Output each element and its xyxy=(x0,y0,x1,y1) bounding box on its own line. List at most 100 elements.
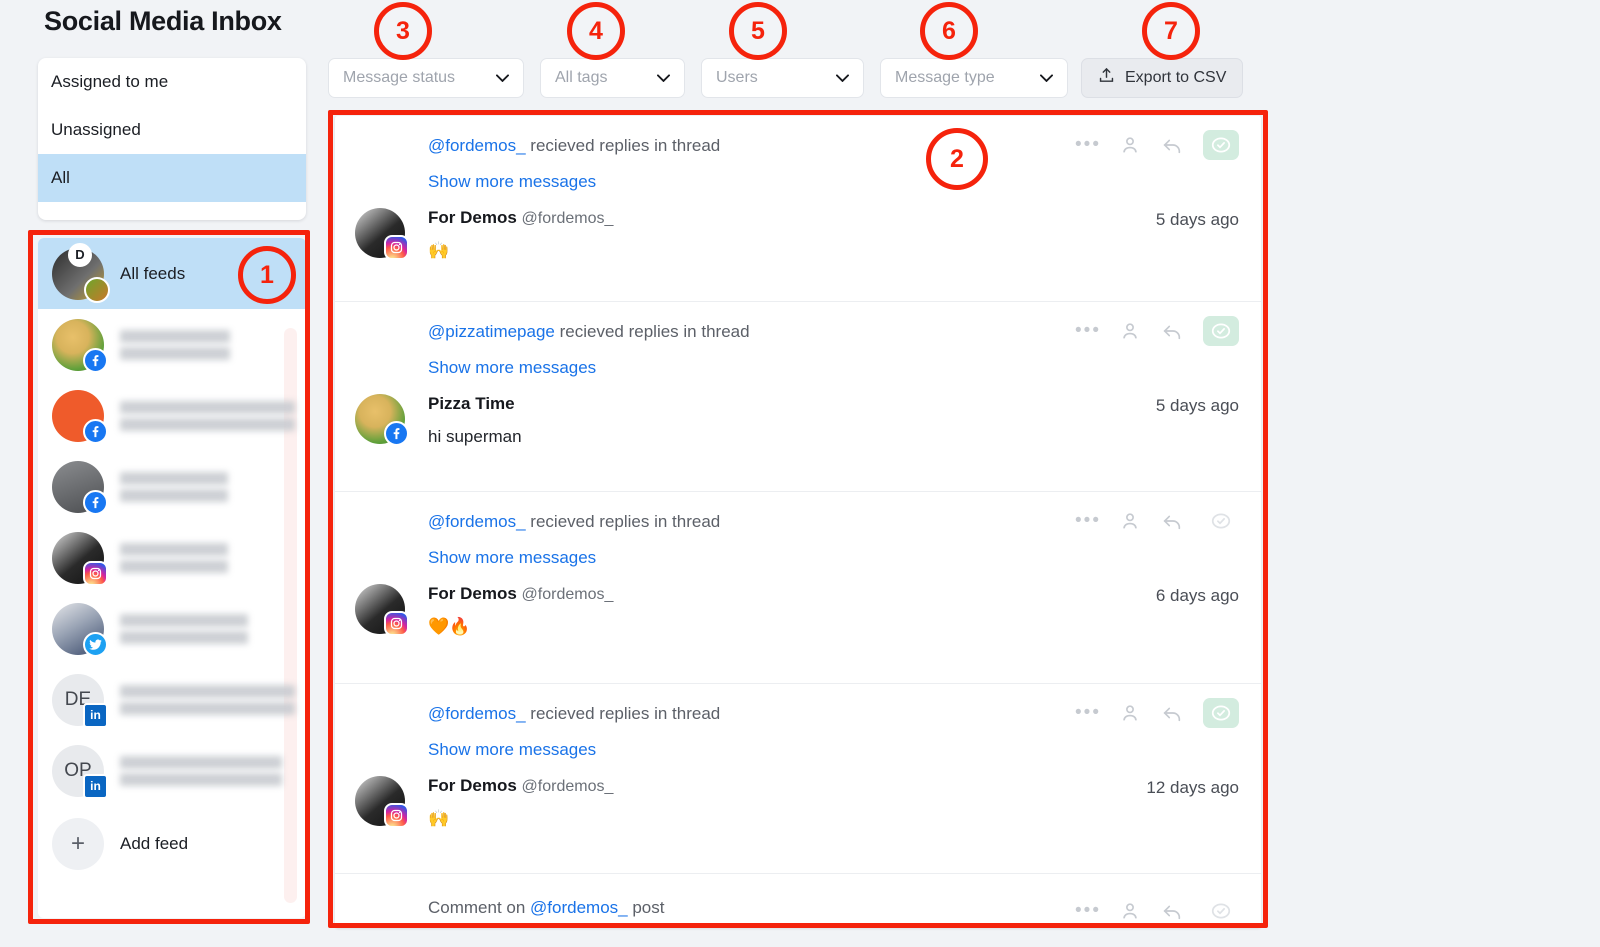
show-more-messages-link[interactable]: Show more messages xyxy=(428,358,596,378)
feed-item[interactable] xyxy=(38,380,306,451)
chevron-down-icon xyxy=(1040,74,1053,83)
author-name: For Demos xyxy=(428,776,517,795)
app-root: Social Media Inbox Assigned to me Unassi… xyxy=(0,0,1600,947)
export-label: Export to CSV xyxy=(1125,69,1227,86)
avatar xyxy=(52,460,108,515)
feed-item[interactable] xyxy=(38,309,306,380)
check-circle-icon[interactable] xyxy=(1203,698,1239,728)
assign-filter-label: Unassigned xyxy=(51,120,141,139)
person-icon[interactable] xyxy=(1119,510,1141,532)
message-row[interactable]: @fordemos_ recieved replies in thread Sh… xyxy=(335,684,1261,874)
message-row-partial[interactable]: Comment on @fordemos_ post ••• xyxy=(335,874,1261,928)
all-feeds-avatar-cluster: D xyxy=(52,242,110,303)
instagram-icon xyxy=(384,803,409,828)
message-body: For Demos @fordemos_ 🧡🔥 xyxy=(355,584,613,637)
export-to-csv-button[interactable]: Export to CSV xyxy=(1081,58,1244,98)
redacted-feed-name xyxy=(120,755,282,786)
feed-item[interactable] xyxy=(38,593,306,664)
message-body: For Demos @fordemos_ 🙌 xyxy=(355,208,613,261)
filter-all-tags[interactable]: All tags xyxy=(540,58,685,98)
message-row[interactable]: @fordemos_ recieved replies in thread Sh… xyxy=(335,116,1261,302)
message-body: For Demos @fordemos_ 🙌 xyxy=(355,776,613,829)
avatar xyxy=(52,531,108,586)
check-circle-icon[interactable] xyxy=(1203,896,1239,926)
feed-item[interactable] xyxy=(38,522,306,593)
avatar-initial-badge: D xyxy=(68,242,92,267)
person-icon[interactable] xyxy=(1119,320,1141,342)
feed-item[interactable]: OP in xyxy=(38,735,306,806)
show-more-messages-link[interactable]: Show more messages xyxy=(428,172,596,192)
message-row[interactable]: @fordemos_ recieved replies in thread Sh… xyxy=(335,492,1261,684)
instagram-icon xyxy=(384,611,409,636)
add-feed-button[interactable]: + Add feed xyxy=(38,806,306,882)
message-author: For Demos @fordemos_ xyxy=(428,584,613,604)
filter-label: Users xyxy=(716,69,758,86)
message-thread-header: @fordemos_ recieved replies in thread xyxy=(428,704,720,724)
person-icon[interactable] xyxy=(1119,702,1141,724)
message-author: For Demos @fordemos_ xyxy=(428,208,613,228)
facebook-icon xyxy=(83,418,108,444)
facebook-icon xyxy=(83,489,108,515)
reply-arrow-icon[interactable] xyxy=(1161,320,1183,342)
avatar xyxy=(52,389,108,444)
show-more-messages-link[interactable]: Show more messages xyxy=(428,548,596,568)
reply-arrow-icon[interactable] xyxy=(1161,510,1183,532)
thread-header-text: recieved replies in thread xyxy=(525,704,721,723)
ellipsis-icon[interactable]: ••• xyxy=(1075,320,1099,342)
feed-item[interactable]: DE in xyxy=(38,664,306,735)
message-thread-header: Comment on @fordemos_ post xyxy=(428,898,664,918)
reply-arrow-icon[interactable] xyxy=(1161,900,1183,922)
filter-bar: Message status All tags Users Message ty… xyxy=(328,58,1068,98)
redacted-feed-name xyxy=(120,684,295,715)
redacted-feed-name xyxy=(120,471,228,502)
plus-icon: + xyxy=(52,818,104,870)
facebook-icon xyxy=(384,421,409,446)
message-actions: ••• xyxy=(1075,896,1239,926)
filter-label: Message status xyxy=(343,69,456,86)
check-circle-icon[interactable] xyxy=(1203,316,1239,346)
assign-filter-assigned-to-me[interactable]: Assigned to me xyxy=(38,58,306,106)
chevron-down-icon xyxy=(836,74,849,83)
message-row[interactable]: @pizzatimepage recieved replies in threa… xyxy=(335,302,1261,492)
person-icon[interactable] xyxy=(1119,134,1141,156)
message-text: 🙌 xyxy=(428,241,450,260)
ellipsis-icon[interactable]: ••• xyxy=(1075,510,1099,532)
message-timestamp: 12 days ago xyxy=(1146,778,1239,797)
assign-filter-all[interactable]: All xyxy=(38,154,306,202)
thread-handle[interactable]: @fordemos_ xyxy=(530,898,628,917)
linkedin-icon: in xyxy=(83,702,108,728)
thread-handle[interactable]: @fordemos_ xyxy=(428,136,526,155)
upload-icon xyxy=(1098,67,1115,89)
annotation-marker-7: 7 xyxy=(1142,2,1200,60)
person-icon[interactable] xyxy=(1119,900,1141,922)
reply-arrow-icon[interactable] xyxy=(1161,702,1183,724)
redacted-feed-name xyxy=(120,542,228,573)
chevron-down-icon xyxy=(657,74,670,83)
redacted-feed-name xyxy=(120,613,248,644)
ellipsis-icon[interactable]: ••• xyxy=(1075,134,1099,156)
linkedin-icon: in xyxy=(83,773,108,799)
check-circle-icon[interactable] xyxy=(1203,130,1239,160)
assign-filter-label: Assigned to me xyxy=(51,72,169,91)
feed-item[interactable] xyxy=(38,451,306,522)
author-handle: @fordemos_ xyxy=(521,210,614,227)
message-actions: ••• xyxy=(1075,316,1239,346)
thread-handle[interactable]: @pizzatimepage xyxy=(428,322,555,341)
message-author: Pizza Time xyxy=(428,394,522,414)
annotation-marker-6: 6 xyxy=(920,2,978,60)
ellipsis-icon[interactable]: ••• xyxy=(1075,900,1099,922)
author-handle: @fordemos_ xyxy=(521,586,614,603)
filter-message-status[interactable]: Message status xyxy=(328,58,524,98)
assign-filter-unassigned[interactable]: Unassigned xyxy=(38,106,306,154)
avatar xyxy=(355,776,409,828)
instagram-icon xyxy=(83,560,108,586)
assign-filter-label: All xyxy=(51,168,70,187)
reply-arrow-icon[interactable] xyxy=(1161,134,1183,156)
thread-handle[interactable]: @fordemos_ xyxy=(428,704,526,723)
filter-users[interactable]: Users xyxy=(701,58,864,98)
filter-message-type[interactable]: Message type xyxy=(880,58,1068,98)
thread-handle[interactable]: @fordemos_ xyxy=(428,512,526,531)
show-more-messages-link[interactable]: Show more messages xyxy=(428,740,596,760)
check-circle-icon[interactable] xyxy=(1203,506,1239,536)
ellipsis-icon[interactable]: ••• xyxy=(1075,702,1099,724)
